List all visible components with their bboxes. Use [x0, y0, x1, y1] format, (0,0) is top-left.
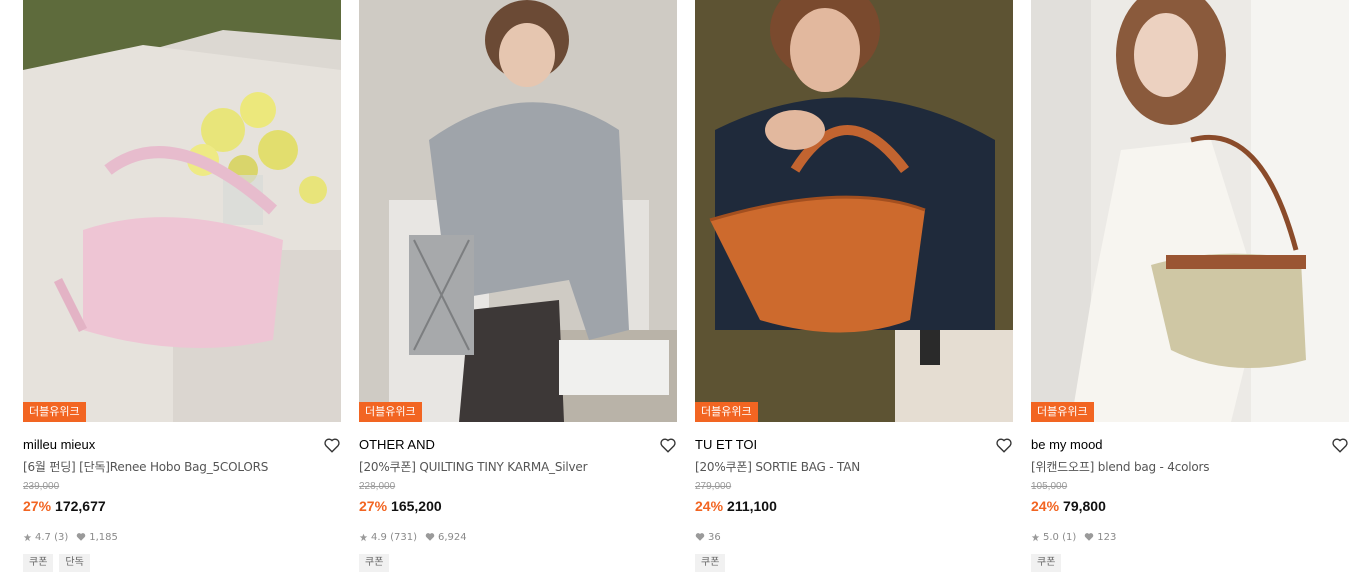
price-row: 27% 165,200: [359, 496, 677, 516]
like-count: 6,924: [437, 531, 467, 543]
product-card[interactable]: 더블유위크 TU ET TOI [20%쿠폰] SORTIE BAG - TAN…: [695, 0, 1013, 572]
tag-list: 쿠폰: [359, 554, 677, 572]
tag-exclusive: 단독: [59, 554, 90, 572]
brand-name[interactable]: TU ET TOI: [695, 434, 1013, 456]
discount-rate: 27%: [23, 498, 52, 514]
tag-list: 쿠폰 단독: [23, 554, 341, 572]
product-card[interactable]: 더블유위크 be my mood [위캔드오프] blend bag - 4co…: [1031, 0, 1349, 572]
original-price: 239,000: [23, 481, 60, 492]
star-icon: [1031, 533, 1040, 541]
heart-small-icon: [1085, 533, 1094, 541]
product-name[interactable]: [위캔드오프] blend bag - 4colors: [1031, 457, 1349, 477]
heart-icon[interactable]: [995, 436, 1013, 454]
tag-coupon: 쿠폰: [1031, 554, 1062, 572]
discount-rate: 24%: [695, 498, 724, 514]
meta-row: 4.7 (3) 1,185: [23, 530, 341, 544]
heart-small-icon: [425, 533, 435, 541]
product-image[interactable]: 더블유위크: [359, 0, 677, 422]
heart-icon[interactable]: [659, 436, 677, 454]
rating: 4.7 (3): [35, 531, 69, 543]
product-image[interactable]: 더블유위크: [23, 0, 341, 422]
tag-coupon: 쿠폰: [23, 554, 54, 572]
star-icon: [23, 533, 32, 541]
original-price: 105,000: [1031, 481, 1068, 492]
star-icon: [359, 533, 368, 541]
rating: 4.9 (731): [371, 531, 417, 543]
promo-badge: 더블유위크: [23, 402, 86, 422]
discount-rate: 27%: [359, 498, 388, 514]
sale-price: 79,800: [1063, 498, 1106, 514]
product-card[interactable]: 더블유위크 OTHER AND [20%쿠폰] QUILTING TINY KA…: [359, 0, 677, 572]
price-row: 24% 211,100: [695, 496, 1013, 516]
heart-small-icon: [77, 533, 86, 541]
promo-badge: 더블유위크: [1031, 402, 1094, 422]
rating: 5.0 (1): [1043, 531, 1077, 543]
sale-price: 165,200: [391, 498, 442, 514]
like-count: 123: [1097, 531, 1117, 543]
heart-icon[interactable]: [1331, 436, 1349, 454]
product-card[interactable]: 더블유위크 milleu mieux [6월 펀딩] [단독]Renee Hob…: [23, 0, 341, 572]
price-row: 27% 172,677: [23, 496, 341, 516]
product-image[interactable]: 더블유위크: [695, 0, 1013, 422]
meta-row: 36: [695, 530, 1013, 544]
original-price: 279,000: [695, 481, 732, 492]
like-count: 36: [708, 531, 721, 543]
pink-hobo-bag-photo: [23, 0, 341, 422]
promo-badge: 더블유위크: [695, 402, 758, 422]
promo-badge: 더블유위크: [359, 402, 422, 422]
brand-name[interactable]: be my mood: [1031, 434, 1349, 456]
like-count: 1,185: [89, 531, 118, 543]
sale-price: 172,677: [55, 498, 106, 514]
product-name[interactable]: [20%쿠폰] QUILTING TINY KARMA_Silver: [359, 457, 677, 477]
beige-shoulder-bag-photo: [1031, 0, 1349, 422]
tag-list: 쿠폰: [1031, 554, 1349, 572]
product-image[interactable]: 더블유위크: [1031, 0, 1349, 422]
heart-icon[interactable]: [323, 436, 341, 454]
discount-rate: 24%: [1031, 498, 1060, 514]
product-name[interactable]: [6월 펀딩] [단독]Renee Hobo Bag_5COLORS: [23, 457, 341, 477]
price-row: 24% 79,800: [1031, 496, 1349, 516]
product-name[interactable]: [20%쿠폰] SORTIE BAG - TAN: [695, 457, 1013, 477]
tan-leather-bag-photo: [695, 0, 1013, 422]
heart-small-icon: [695, 533, 705, 541]
tag-list: 쿠폰: [695, 554, 1013, 572]
meta-row: 5.0 (1) 123: [1031, 530, 1349, 544]
original-price: 228,000: [359, 481, 396, 492]
meta-row: 4.9 (731) 6,924: [359, 530, 677, 544]
silver-quilted-bag-photo: [359, 0, 677, 422]
tag-coupon: 쿠폰: [695, 554, 726, 572]
sale-price: 211,100: [727, 498, 777, 514]
brand-name[interactable]: milleu mieux: [23, 434, 341, 456]
brand-name[interactable]: OTHER AND: [359, 434, 677, 456]
tag-coupon: 쿠폰: [359, 554, 390, 572]
